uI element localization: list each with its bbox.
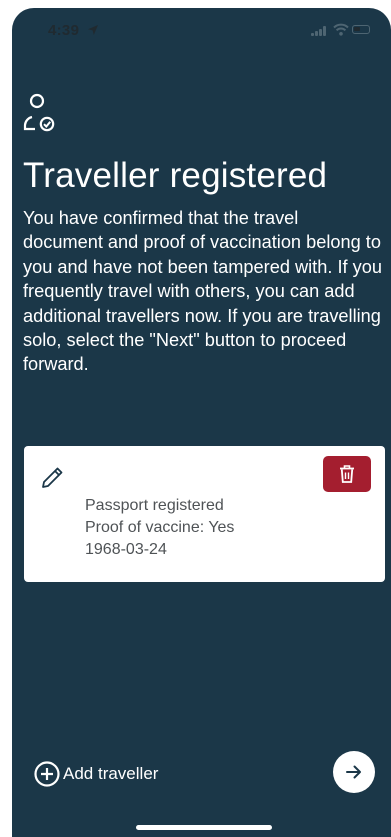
trash-icon [340,465,354,483]
pencil-icon [42,467,63,488]
battery-icon [352,25,370,34]
home-indicator[interactable] [136,825,272,830]
wifi-icon [333,23,349,36]
cellular-signal-icon [311,26,329,36]
location-arrow-icon [88,25,98,35]
traveller-details: Passport registered Proof of vaccine: Ye… [85,495,234,561]
user-check-icon [23,93,55,132]
status-bar: 4:39 [12,8,391,48]
page-title: Traveller registered [23,156,328,195]
confirmation-description: You have confirmed that the travel docum… [23,208,382,375]
arrow-right-icon [346,765,361,779]
add-traveller-button[interactable]: Add traveller [33,759,158,789]
edit-traveller-button[interactable] [38,464,66,492]
delete-traveller-button[interactable] [323,456,371,492]
plus-circle-icon [34,761,60,787]
app-screen: 4:39 Traveller registered You have confi… [12,8,391,837]
add-traveller-label: Add traveller [63,764,159,783]
status-icons [307,23,370,37]
document-status: Passport registered [85,497,224,514]
date-of-birth: 1968-03-24 [85,541,167,558]
traveller-card: Passport registered Proof of vaccine: Ye… [24,446,385,582]
next-button[interactable] [333,751,375,793]
status-time: 4:39 [48,22,80,39]
vaccine-status: Proof of vaccine: Yes [85,519,235,536]
